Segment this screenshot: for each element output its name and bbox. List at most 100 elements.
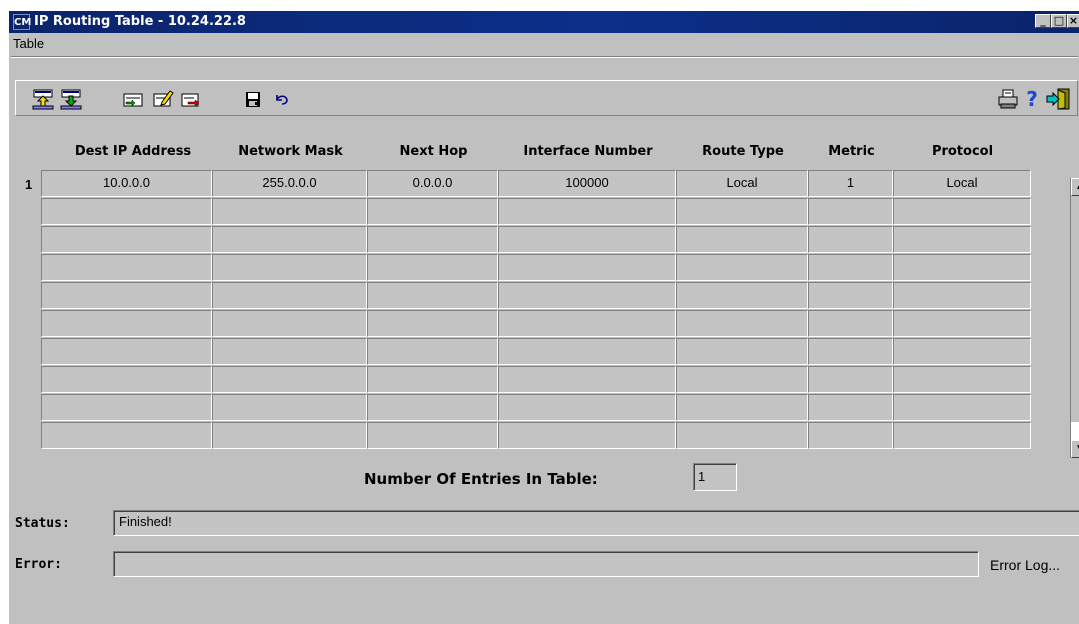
menu-table[interactable]: Table (13, 36, 44, 51)
table-row[interactable] (41, 310, 1031, 338)
cell-dest-ip[interactable] (41, 394, 212, 421)
table-row[interactable]: 10.0.0.0 255.0.0.0 0.0.0.0 100000 Local 1 Loca… (41, 170, 1031, 198)
cell-network-mask[interactable] (212, 282, 367, 309)
column-header-dest-ip[interactable]: Dest IP Address (53, 144, 213, 159)
edit-row-icon[interactable] (152, 88, 174, 110)
cell-dest-ip[interactable] (41, 310, 212, 337)
error-log-link[interactable]: Error Log... (990, 557, 1060, 573)
cell-interface-number[interactable] (498, 254, 676, 281)
cell-next-hop[interactable] (367, 226, 498, 253)
minimize-button[interactable]: _ (1035, 14, 1051, 28)
cell-metric[interactable] (808, 394, 893, 421)
column-header-metric[interactable]: Metric (809, 144, 894, 159)
exit-icon[interactable] (1045, 88, 1071, 110)
cell-dest-ip[interactable] (41, 198, 212, 225)
cell-network-mask[interactable] (212, 394, 367, 421)
cell-network-mask[interactable] (212, 338, 367, 365)
cell-next-hop[interactable] (367, 282, 498, 309)
undo-icon[interactable] (270, 88, 292, 110)
table-row[interactable] (41, 198, 1031, 226)
cell-network-mask[interactable] (212, 198, 367, 225)
maximize-button[interactable]: □ (1051, 14, 1067, 28)
cell-interface-number[interactable] (498, 226, 676, 253)
cell-protocol[interactable] (893, 422, 1031, 449)
cell-metric[interactable] (808, 226, 893, 253)
cell-interface-number[interactable] (498, 310, 676, 337)
cell-next-hop[interactable] (367, 310, 498, 337)
cell-metric[interactable] (808, 198, 893, 225)
cell-interface-number[interactable] (498, 198, 676, 225)
scroll-down-arrow-icon[interactable]: ▼ (1071, 440, 1079, 458)
cell-network-mask[interactable] (212, 422, 367, 449)
cell-route-type[interactable] (676, 394, 808, 421)
cell-protocol[interactable] (893, 282, 1031, 309)
scroll-track[interactable] (1071, 196, 1079, 422)
column-header-interface-number[interactable]: Interface Number (499, 144, 677, 159)
cell-protocol[interactable]: Local (893, 170, 1031, 197)
cell-route-type[interactable]: Local (676, 170, 808, 197)
delete-row-icon[interactable] (180, 88, 202, 110)
cell-interface-number[interactable] (498, 366, 676, 393)
save-icon[interactable] (242, 88, 264, 110)
cell-network-mask[interactable]: 255.0.0.0 (212, 170, 367, 197)
cell-protocol[interactable] (893, 394, 1031, 421)
export-icon[interactable] (60, 88, 82, 110)
cell-route-type[interactable] (676, 198, 808, 225)
cell-dest-ip[interactable] (41, 282, 212, 309)
table-row[interactable] (41, 366, 1031, 394)
cell-protocol[interactable] (893, 366, 1031, 393)
print-icon[interactable] (997, 88, 1019, 110)
cell-protocol[interactable] (893, 226, 1031, 253)
close-button[interactable]: × (1067, 14, 1079, 28)
cell-dest-ip[interactable] (41, 366, 212, 393)
cell-next-hop[interactable] (367, 198, 498, 225)
cell-dest-ip[interactable] (41, 226, 212, 253)
cell-interface-number[interactable] (498, 422, 676, 449)
table-row[interactable] (41, 422, 1031, 450)
cell-network-mask[interactable] (212, 366, 367, 393)
cell-network-mask[interactable] (212, 226, 367, 253)
cell-metric[interactable] (808, 422, 893, 449)
cell-protocol[interactable] (893, 338, 1031, 365)
cell-metric[interactable] (808, 254, 893, 281)
cell-network-mask[interactable] (212, 310, 367, 337)
cell-next-hop[interactable] (367, 338, 498, 365)
cell-metric[interactable] (808, 366, 893, 393)
cell-route-type[interactable] (676, 338, 808, 365)
cell-interface-number[interactable] (498, 394, 676, 421)
cell-next-hop[interactable] (367, 394, 498, 421)
import-icon[interactable] (32, 88, 54, 110)
cell-route-type[interactable] (676, 366, 808, 393)
table-row[interactable] (41, 226, 1031, 254)
cell-protocol[interactable] (893, 198, 1031, 225)
column-header-protocol[interactable]: Protocol (894, 144, 1031, 159)
cell-next-hop[interactable] (367, 254, 498, 281)
table-row[interactable] (41, 394, 1031, 422)
title-bar[interactable]: CM IP Routing Table - 10.24.22.8 _ □ × (9, 11, 1079, 33)
vertical-scrollbar[interactable]: ▲ ▼ (1070, 178, 1079, 458)
cell-protocol[interactable] (893, 254, 1031, 281)
cell-next-hop[interactable] (367, 422, 498, 449)
cell-route-type[interactable] (676, 282, 808, 309)
cell-route-type[interactable] (676, 254, 808, 281)
scroll-up-arrow-icon[interactable]: ▲ (1071, 178, 1079, 196)
cell-route-type[interactable] (676, 226, 808, 253)
cell-interface-number[interactable] (498, 338, 676, 365)
cell-dest-ip[interactable]: 10.0.0.0 (41, 170, 212, 197)
table-row[interactable] (41, 338, 1031, 366)
cell-metric[interactable] (808, 282, 893, 309)
add-row-icon[interactable] (122, 88, 144, 110)
column-header-next-hop[interactable]: Next Hop (368, 144, 499, 159)
cell-dest-ip[interactable] (41, 422, 212, 449)
cell-next-hop[interactable] (367, 366, 498, 393)
cell-dest-ip[interactable] (41, 254, 212, 281)
cell-metric[interactable]: 1 (808, 170, 893, 197)
cell-interface-number[interactable]: 100000 (498, 170, 676, 197)
help-icon[interactable]: ? (1021, 88, 1043, 110)
column-header-route-type[interactable]: Route Type (677, 144, 809, 159)
cell-route-type[interactable] (676, 422, 808, 449)
cell-metric[interactable] (808, 310, 893, 337)
cell-network-mask[interactable] (212, 254, 367, 281)
cell-next-hop[interactable]: 0.0.0.0 (367, 170, 498, 197)
column-header-network-mask[interactable]: Network Mask (213, 144, 368, 159)
